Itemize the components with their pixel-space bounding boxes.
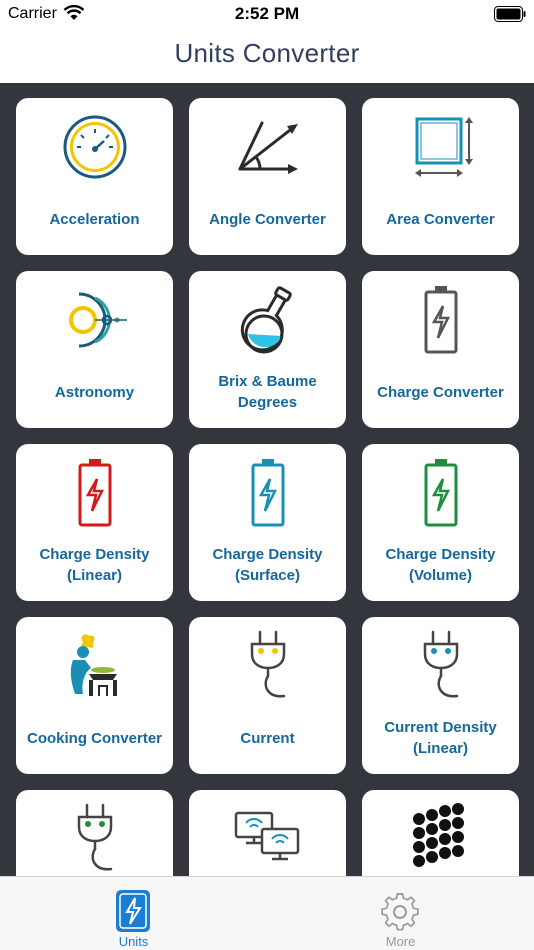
tile-charge-converter[interactable]: Charge Converter <box>362 271 519 428</box>
navigation-bar: Units Converter <box>0 28 534 83</box>
tab-bar: Units More <box>0 876 534 950</box>
network-computers-icon <box>189 800 346 876</box>
page-title: Units Converter <box>174 38 360 68</box>
tile-label: Charge Density (Surface) <box>212 546 323 584</box>
tile-current[interactable]: Current <box>189 617 346 774</box>
tile-label: Acceleration <box>49 210 140 228</box>
tile-cooking-converter[interactable]: Cooking Converter <box>16 617 173 774</box>
plug-green-icon <box>16 800 173 876</box>
tile-charge-density-volume[interactable]: Charge Density (Volume) <box>362 444 519 601</box>
tile-density[interactable] <box>362 790 519 876</box>
tab-more-label: More <box>385 934 416 949</box>
gear-icon <box>381 892 419 931</box>
tile-label: Brix & Baume Degrees <box>218 373 317 411</box>
battery-green-icon <box>362 454 519 532</box>
orbit-icon <box>16 281 173 359</box>
tile-label: Area Converter <box>386 210 495 228</box>
calculator-icon <box>116 890 150 932</box>
area-icon <box>362 108 519 186</box>
tile-current-density[interactable] <box>16 790 173 876</box>
plug-blue-icon <box>362 627 519 705</box>
battery-gray-icon <box>362 281 519 359</box>
tile-label: Astronomy <box>54 383 135 401</box>
tile-label: Current <box>240 729 295 747</box>
tab-more[interactable]: More <box>267 877 534 950</box>
battery-red-icon <box>16 454 173 532</box>
status-time: 2:52 PM <box>234 4 300 23</box>
spheres-icon <box>362 800 519 876</box>
tile-astronomy[interactable]: Astronomy <box>16 271 173 428</box>
angle-icon <box>189 108 346 186</box>
chef-icon <box>16 627 173 705</box>
speedometer-icon <box>16 108 173 186</box>
plug-yellow-icon <box>189 627 346 705</box>
tile-charge-density-surface[interactable]: Charge Density (Surface) <box>189 444 346 601</box>
tile-current-density-linear[interactable]: Current Density (Linear) <box>362 617 519 774</box>
flask-icon <box>189 281 346 359</box>
battery-blue-icon <box>189 454 346 532</box>
tile-label: Cooking Converter <box>26 729 162 747</box>
tile-label: Angle Converter <box>209 210 326 228</box>
tile-brix-baume[interactable]: Brix & Baume Degrees <box>189 271 346 428</box>
tile-label: Charge Density (Linear) <box>39 546 150 584</box>
battery-icon <box>494 6 526 22</box>
units-grid-scroll[interactable]: Acceleration Angle Converter Area Conver… <box>0 83 534 876</box>
tab-units[interactable]: Units <box>0 877 267 950</box>
tab-units-label: Units <box>118 934 149 949</box>
status-bar: Carrier 2:52 PM <box>0 0 534 28</box>
tile-label: Current Density (Linear) <box>384 719 497 757</box>
tile-angle-converter[interactable]: Angle Converter <box>189 98 346 255</box>
tile-data-transfer[interactable] <box>189 790 346 876</box>
tile-acceleration[interactable]: Acceleration <box>16 98 173 255</box>
tile-label: Charge Converter <box>377 383 504 401</box>
tile-charge-density-linear[interactable]: Charge Density (Linear) <box>16 444 173 601</box>
tile-area-converter[interactable]: Area Converter <box>362 98 519 255</box>
tile-label: Charge Density (Volume) <box>385 546 496 584</box>
